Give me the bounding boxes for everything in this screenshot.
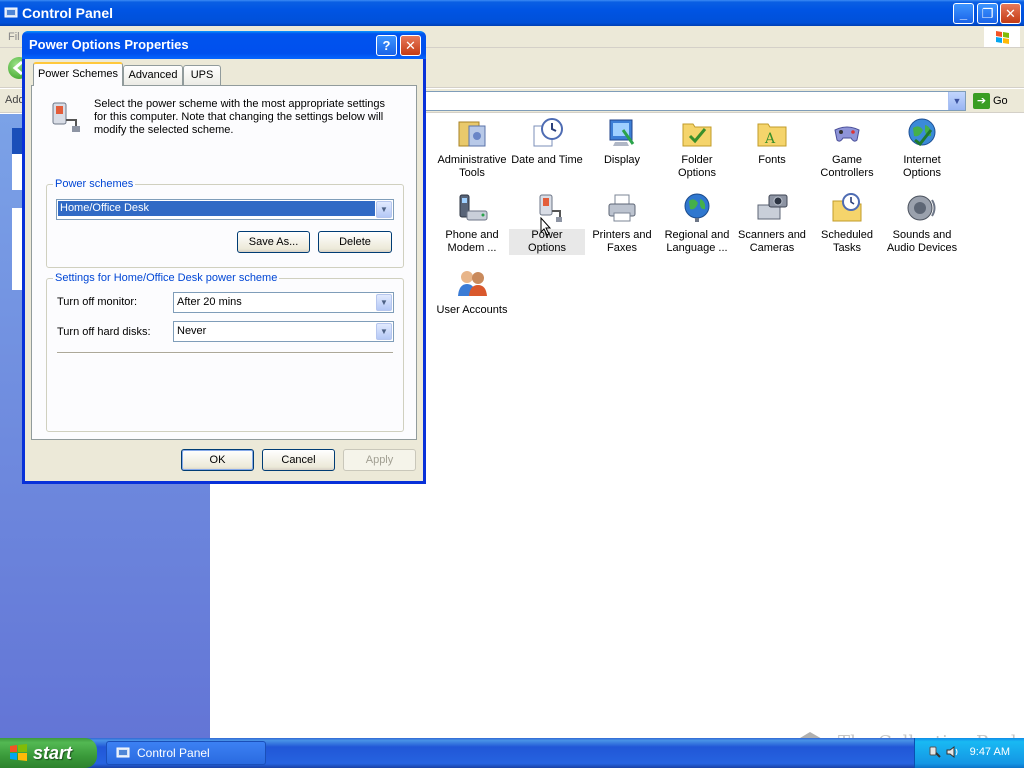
cp-item-printers-and-faxes[interactable]: Printers and Faxes	[584, 191, 660, 255]
taskbar-control-panel[interactable]: Control Panel	[106, 741, 266, 765]
game-controllers-icon	[834, 126, 860, 142]
help-button[interactable]: ?	[376, 35, 397, 56]
dialog-close-button[interactable]: ✕	[400, 35, 421, 56]
windows-flag-icon	[996, 31, 1009, 44]
svg-text:A: A	[764, 131, 776, 147]
system-tray: 9:47 AM	[914, 738, 1024, 768]
intro-text: Select the power scheme with the most ap…	[94, 98, 386, 136]
address-input[interactable]: ▼	[420, 91, 966, 111]
delete-button[interactable]: Delete	[318, 231, 392, 253]
power-schemes-page: Select the power scheme with the most ap…	[31, 85, 417, 440]
user-accounts-icon	[458, 271, 487, 296]
go-button[interactable]: ➔ Go	[971, 91, 1008, 111]
taskbar: start Control Panel 9:47 AM	[0, 738, 1024, 768]
menu-file[interactable]: Fil	[8, 31, 20, 43]
start-button[interactable]: start	[0, 738, 97, 768]
dialog-title: Power Options Properties	[29, 37, 189, 52]
dialog-title-bar[interactable]: Power Options Properties	[22, 31, 426, 59]
cp-item-phone-and-modem[interactable]: Phone and Modem ...	[434, 191, 510, 255]
cp-item-regional-and-language[interactable]: Regional and Language ...	[659, 191, 735, 255]
fonts-icon: A	[757, 123, 787, 147]
power-schemes-group-label: Power schemes	[53, 177, 136, 191]
go-arrow-icon: ➔	[973, 93, 990, 109]
scanners-cameras-icon	[757, 194, 788, 220]
printers-faxes-icon	[608, 194, 636, 222]
cp-item-scheduled-tasks[interactable]: Scheduled Tasks	[809, 191, 885, 255]
chevron-down-icon[interactable]: ▼	[376, 294, 392, 311]
clock[interactable]: 9:47 AM	[970, 746, 1010, 758]
windows-logo	[984, 27, 1020, 47]
power-options-dialog: Power Options Properties ? ✕ Power Schem…	[22, 31, 426, 484]
internet-options-icon	[908, 118, 936, 147]
chevron-down-icon[interactable]: ▼	[376, 201, 392, 218]
cancel-button[interactable]: Cancel	[262, 449, 335, 471]
cp-item-sounds-and-audio[interactable]: Sounds and Audio Devices	[884, 191, 960, 255]
minimize-button[interactable]: _	[953, 3, 974, 24]
task-pane-panel-stub-2	[12, 208, 22, 290]
scheme-settings-group: Settings for Home/Office Desk power sche…	[46, 271, 404, 432]
cp-item-user-accounts[interactable]: User Accounts	[434, 266, 510, 317]
cp-item-fonts[interactable]: A Fonts	[734, 116, 810, 167]
cp-item-scanners-and-cameras[interactable]: Scanners and Cameras	[734, 191, 810, 255]
separator	[57, 352, 393, 354]
control-panel-icon	[116, 747, 130, 758]
scheduled-tasks-icon	[832, 193, 862, 222]
folder-options-icon	[682, 123, 712, 147]
cp-item-folder-options[interactable]: Folder Options	[659, 116, 735, 180]
power-plug-icon[interactable]	[927, 745, 941, 759]
cp-item-administrative-tools[interactable]: Administrative Tools	[434, 116, 510, 180]
power-schemes-group: Power schemes Home/Office Desk ▼ Save As…	[46, 177, 404, 268]
turn-off-monitor-select[interactable]: After 20 mins ▼	[173, 292, 394, 313]
power-options-icon	[52, 102, 80, 132]
cp-item-internet-options[interactable]: Internet Options	[884, 116, 960, 180]
cp-item-date-and-time[interactable]: Date and Time	[509, 116, 585, 167]
turn-off-monitor-value: After 20 mins	[177, 296, 242, 308]
address-dropdown-icon[interactable]: ▼	[948, 92, 965, 110]
administrative-tools-icon	[458, 121, 486, 147]
turn-off-monitor-label: Turn off monitor:	[57, 296, 138, 308]
ok-button[interactable]: OK	[181, 449, 254, 471]
dialog-body: Power Schemes Advanced UPS Select the po…	[25, 59, 423, 481]
scheme-settings-group-label: Settings for Home/Office Desk power sche…	[53, 271, 280, 285]
mouse-cursor-icon	[540, 217, 552, 236]
save-as-button[interactable]: Save As...	[237, 231, 310, 253]
start-label: start	[33, 743, 73, 763]
volume-icon[interactable]	[945, 745, 959, 759]
power-scheme-value: Home/Office Desk	[58, 201, 375, 216]
apply-button[interactable]: Apply	[343, 449, 416, 471]
tab-power-schemes[interactable]: Power Schemes	[33, 62, 123, 86]
task-pane-header-stub	[12, 128, 22, 154]
turn-off-hard-disks-value: Never	[177, 325, 207, 337]
cp-item-game-controllers[interactable]: Game Controllers	[809, 116, 885, 180]
windows-flag-icon	[10, 744, 27, 761]
go-label: Go	[993, 95, 1008, 107]
turn-off-hard-disks-select[interactable]: Never ▼	[173, 321, 394, 342]
window-title: Control Panel	[22, 5, 114, 21]
date-time-icon	[533, 118, 563, 147]
turn-off-hard-disks-label: Turn off hard disks:	[57, 326, 151, 338]
taskbar-control-panel-label: Control Panel	[137, 746, 210, 760]
power-scheme-select[interactable]: Home/Office Desk ▼	[56, 199, 394, 220]
phone-modem-icon	[459, 194, 488, 221]
control-panel-title-bar[interactable]: Control Panel _ ❐ ✕	[0, 0, 1024, 26]
display-icon	[609, 119, 635, 146]
control-panel-icon	[4, 7, 18, 18]
close-window-button[interactable]: ✕	[1000, 3, 1021, 24]
sounds-audio-icon	[907, 195, 936, 221]
regional-language-icon	[684, 193, 710, 222]
cp-item-display[interactable]: Display	[584, 116, 660, 167]
task-pane-panel-stub	[12, 154, 22, 190]
tab-advanced[interactable]: Advanced	[123, 65, 183, 85]
tab-ups[interactable]: UPS	[183, 65, 221, 85]
chevron-down-icon[interactable]: ▼	[376, 323, 392, 340]
restore-button[interactable]: ❐	[977, 3, 998, 24]
